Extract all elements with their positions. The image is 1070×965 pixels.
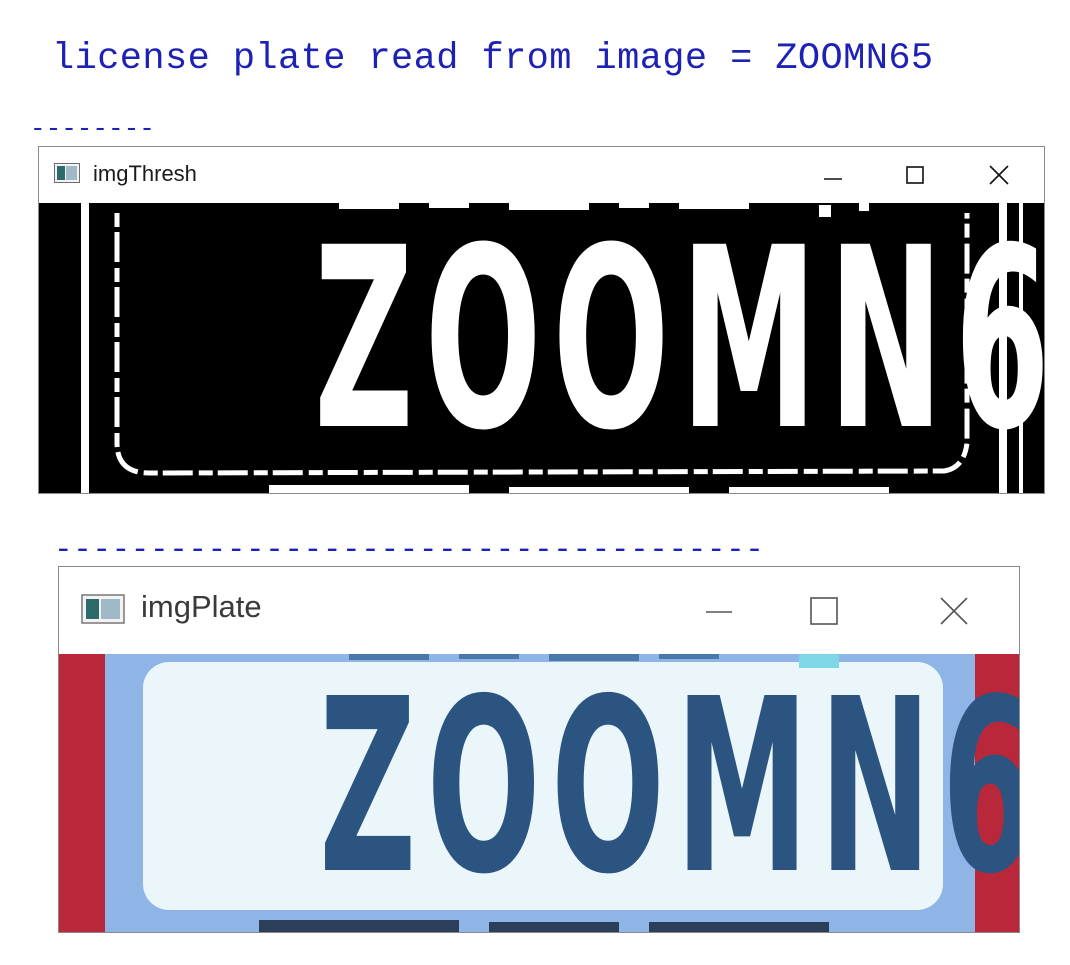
imgplate-titlebar[interactable]: imgPlate: [59, 567, 1019, 654]
imgplate-minimize-button[interactable]: [679, 567, 759, 654]
imgplate-maximize-button[interactable]: [784, 567, 864, 654]
console-separator-short: --------: [30, 114, 155, 144]
imgthresh-title: imgThresh: [93, 161, 197, 186]
imgplate-window[interactable]: imgPlate ZOOM: [58, 566, 1020, 933]
imgthresh-window[interactable]: imgThresh ZOOMN: [38, 146, 1045, 494]
maximize-icon: [810, 596, 838, 625]
console-result-line: license plate read from image = ZOOMN65: [52, 38, 934, 80]
imgplate-close-button[interactable]: [914, 567, 994, 654]
imgthresh-image: ZOOMN65: [39, 195, 1044, 493]
close-icon: [989, 165, 1009, 185]
minimize-icon: [706, 610, 732, 613]
imgplate-image: ZOOMN65: [59, 648, 1019, 932]
close-icon: [940, 596, 968, 625]
imgplate-title: imgPlate: [141, 589, 262, 624]
imgplate-plate-text: ZOOMN65: [319, 647, 1019, 927]
console-separator-long: -------------------------------------: [54, 533, 765, 568]
opencv-window-icon: [81, 594, 125, 624]
imgthresh-plate-text: ZOOMN65: [314, 194, 1044, 485]
opencv-window-icon: [54, 163, 80, 183]
minimize-icon: [824, 178, 842, 180]
maximize-icon: [906, 166, 924, 184]
